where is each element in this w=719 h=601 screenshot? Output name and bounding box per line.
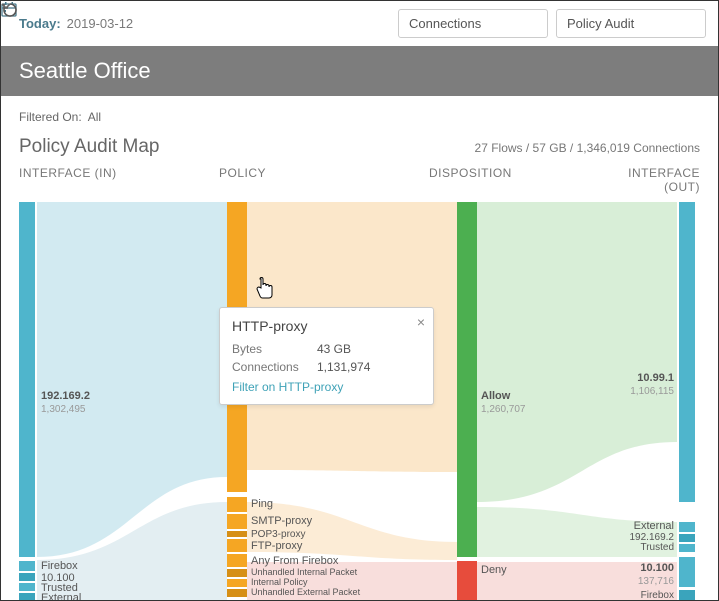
tooltip-filter-link[interactable]: Filter on HTTP-proxy: [232, 380, 421, 394]
col-policy: POLICY: [219, 166, 429, 194]
out-10100-label[interactable]: 10.100137,716: [638, 562, 674, 587]
content: Filtered On: All Policy Audit Map 27 Flo…: [1, 96, 718, 601]
pol-unhext-label[interactable]: Unhandled External Packet: [251, 587, 360, 597]
out-external-label[interactable]: External: [634, 520, 674, 533]
pol-ftp-label[interactable]: FTP-proxy: [251, 540, 302, 553]
app-frame: Today: 2019-03-12 Connections Policy Aud…: [0, 0, 719, 601]
sankey-chart[interactable]: × HTTP-proxy Bytes43 GB Connections1,131…: [19, 202, 700, 601]
col-interface-out: INTERFACE (OUT): [589, 166, 700, 194]
page-title: Seattle Office: [1, 46, 718, 96]
tooltip-conn-label: Connections: [232, 360, 317, 374]
date-value: 2019-03-12: [67, 16, 134, 31]
tooltip-bytes-label: Bytes: [232, 342, 317, 356]
pol-ping-label[interactable]: Ping: [251, 498, 273, 511]
dropdown-label: Policy Audit: [567, 16, 634, 31]
node-tooltip: × HTTP-proxy Bytes43 GB Connections1,131…: [219, 307, 434, 405]
dropdown-label: Connections: [409, 16, 481, 31]
tooltip-title: HTTP-proxy: [232, 318, 421, 334]
pol-any-label[interactable]: Any From Firebox: [251, 555, 338, 568]
in-external-label[interactable]: External: [41, 592, 81, 601]
data-type-dropdown[interactable]: Connections: [398, 9, 548, 38]
tooltip-bytes-value: 43 GB: [317, 342, 351, 356]
filter-value: All: [88, 110, 101, 124]
out-1099-label[interactable]: 10.99.11,106,115: [630, 372, 674, 397]
in-firebox-label[interactable]: Firebox: [41, 560, 78, 573]
topbar: Today: 2019-03-12 Connections Policy Aud…: [1, 1, 718, 46]
disp-deny-label[interactable]: Deny: [481, 564, 507, 577]
out-firebox-label[interactable]: Firebox: [641, 590, 674, 601]
column-headers: INTERFACE (IN) POLICY DISPOSITION INTERF…: [19, 166, 700, 194]
disp-allow-label[interactable]: Allow1,260,707: [481, 390, 526, 415]
in-main-label[interactable]: 192.169.21,302,495: [41, 390, 90, 415]
view-dropdown[interactable]: Policy Audit: [556, 9, 706, 38]
pol-unhint-label[interactable]: Unhandled Internal Packet: [251, 567, 357, 577]
pol-smtp-label[interactable]: SMTP-proxy: [251, 515, 312, 528]
col-disposition: DISPOSITION: [429, 166, 589, 194]
pol-pop3-label[interactable]: POP3-proxy: [251, 529, 305, 541]
out-trusted-label[interactable]: Trusted: [640, 542, 674, 554]
close-icon[interactable]: ×: [417, 314, 425, 330]
tooltip-conn-value: 1,131,974: [317, 360, 370, 374]
date-label: Today:: [19, 16, 61, 31]
pol-intpol-label[interactable]: Internal Policy: [251, 577, 308, 587]
col-interface-in: INTERFACE (IN): [19, 166, 219, 194]
map-stats: 27 Flows / 57 GB / 1,346,019 Connections: [475, 141, 700, 155]
date-picker[interactable]: Today: 2019-03-12: [13, 16, 139, 31]
refresh-button[interactable]: [366, 12, 390, 36]
filter-info: Filtered On: All: [19, 110, 700, 124]
map-title: Policy Audit Map: [19, 136, 159, 158]
filter-label: Filtered On:: [19, 110, 82, 124]
map-header: Policy Audit Map 27 Flows / 57 GB / 1,34…: [19, 136, 700, 158]
